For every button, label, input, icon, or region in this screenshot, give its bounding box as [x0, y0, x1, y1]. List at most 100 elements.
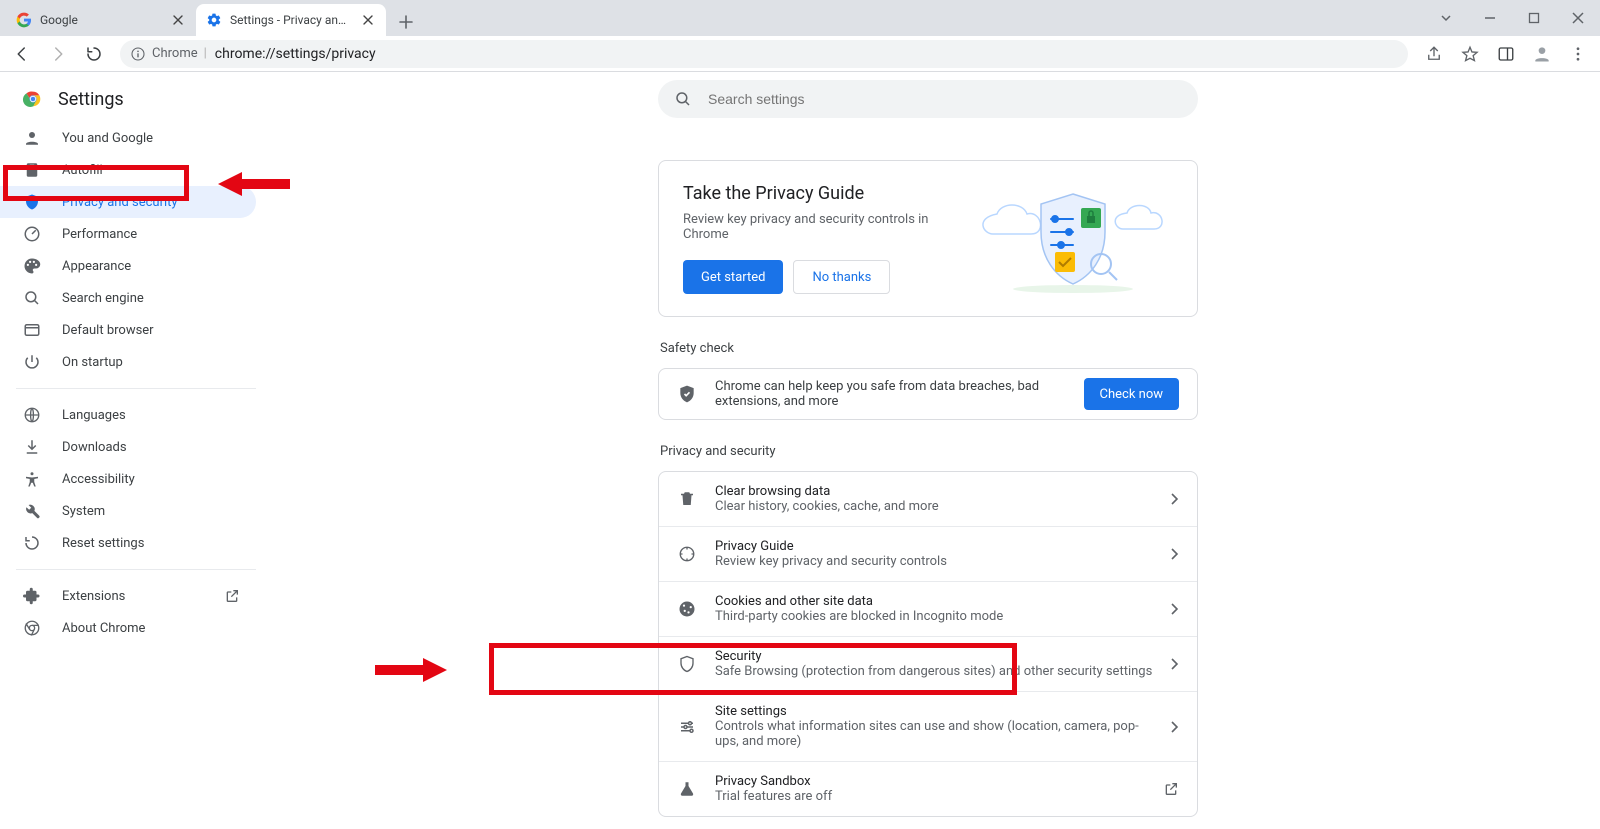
shield-check-icon — [677, 384, 697, 404]
sidebar-item-performance[interactable]: Performance — [0, 218, 256, 250]
search-icon — [22, 288, 42, 308]
sidebar-item-downloads[interactable]: Downloads — [0, 431, 256, 463]
google-favicon-icon — [16, 12, 32, 28]
compass-icon — [677, 544, 697, 564]
divider — [16, 388, 256, 389]
get-started-button[interactable]: Get started — [683, 260, 783, 294]
app-title: Settings — [0, 84, 256, 122]
shield-icon — [22, 192, 42, 212]
palette-icon — [22, 256, 42, 276]
row-site-settings[interactable]: Site settings Controls what information … — [659, 691, 1197, 761]
address-bar[interactable]: Chrome | chrome://settings/privacy — [120, 40, 1408, 68]
address-text: chrome://settings/privacy — [215, 46, 376, 62]
window-minimize-icon[interactable] — [1468, 2, 1512, 34]
chevron-right-icon — [1171, 721, 1179, 733]
sidebar-item-label: About Chrome — [62, 621, 145, 636]
sidebar-item-search-engine[interactable]: Search engine — [0, 282, 256, 314]
speedometer-icon — [22, 224, 42, 244]
window-dropdown-icon[interactable] — [1424, 2, 1468, 34]
row-security[interactable]: Security Safe Browsing (protection from … — [659, 636, 1197, 691]
divider — [16, 569, 256, 570]
wrench-icon — [22, 501, 42, 521]
bookmark-button[interactable] — [1454, 38, 1486, 70]
privacy-guide-illustration-icon — [973, 184, 1173, 294]
privacy-guide-title: Take the Privacy Guide — [683, 183, 949, 204]
tab-title: Google — [40, 13, 162, 27]
chrome-outline-icon — [22, 618, 42, 638]
browser-tab-settings[interactable]: Settings - Privacy and security — [196, 4, 386, 36]
close-tab-icon[interactable] — [360, 12, 376, 28]
privacy-security-label: Privacy and security — [660, 444, 1198, 459]
reload-button[interactable] — [78, 38, 110, 70]
privacy-guide-card: Take the Privacy Guide Review key privac… — [658, 160, 1198, 317]
sidebar-item-label: Accessibility — [62, 472, 135, 487]
profile-button[interactable] — [1526, 38, 1558, 70]
row-privacy-guide[interactable]: Privacy Guide Review key privacy and sec… — [659, 526, 1197, 581]
sidebar-item-appearance[interactable]: Appearance — [0, 250, 256, 282]
sidebar-item-accessibility[interactable]: Accessibility — [0, 463, 256, 495]
privacy-guide-subtitle: Review key privacy and security controls… — [683, 212, 949, 242]
extension-icon — [22, 586, 42, 606]
sidebar-item-label: Appearance — [62, 259, 131, 274]
trash-icon — [677, 489, 697, 509]
sidebar-item-label: You and Google — [62, 131, 153, 146]
kebab-menu-button[interactable] — [1562, 38, 1594, 70]
no-thanks-button[interactable]: No thanks — [793, 260, 890, 294]
chevron-right-icon — [1171, 548, 1179, 560]
chevron-right-icon — [1171, 603, 1179, 615]
cookie-icon — [677, 599, 697, 619]
app-title-text: Settings — [58, 89, 124, 110]
sidebar-item-about-chrome[interactable]: About Chrome — [0, 612, 256, 644]
sidebar-item-label: System — [62, 504, 105, 519]
safety-check-label: Safety check — [660, 341, 1198, 356]
window-maximize-icon[interactable] — [1512, 2, 1556, 34]
row-clear-browsing-data[interactable]: Clear browsing data Clear history, cooki… — [659, 472, 1197, 526]
download-icon — [22, 437, 42, 457]
sidebar-item-reset[interactable]: Reset settings — [0, 527, 256, 559]
tab-strip: Google Settings - Privacy and security — [0, 0, 1600, 36]
sidebar-item-label: Privacy and security — [62, 195, 178, 210]
side-panel-button[interactable] — [1490, 38, 1522, 70]
forward-button[interactable] — [42, 38, 74, 70]
privacy-security-list: Clear browsing data Clear history, cooki… — [658, 471, 1198, 817]
sidebar-item-on-startup[interactable]: On startup — [0, 346, 256, 378]
sidebar-item-system[interactable]: System — [0, 495, 256, 527]
safety-check-message: Chrome can help keep you safe from data … — [715, 379, 1066, 409]
tune-icon — [677, 717, 697, 737]
sidebar-item-autofill[interactable]: Autofill — [0, 154, 256, 186]
sidebar-item-label: Search engine — [62, 291, 144, 306]
accessibility-icon — [22, 469, 42, 489]
sidebar-item-label: Reset settings — [62, 536, 144, 551]
chrome-logo-icon — [22, 88, 44, 110]
row-cookies[interactable]: Cookies and other site data Third-party … — [659, 581, 1197, 636]
sidebar-item-label: Default browser — [62, 323, 154, 338]
settings-sidebar: Settings You and Google Autofill Privacy… — [0, 72, 256, 829]
person-icon — [22, 128, 42, 148]
search-settings[interactable] — [658, 80, 1198, 118]
back-button[interactable] — [6, 38, 38, 70]
power-icon — [22, 352, 42, 372]
search-settings-input[interactable] — [706, 90, 1182, 108]
search-icon — [674, 90, 692, 108]
share-button[interactable] — [1418, 38, 1450, 70]
row-privacy-sandbox[interactable]: Privacy Sandbox Trial features are off — [659, 761, 1197, 816]
check-now-button[interactable]: Check now — [1084, 378, 1180, 410]
sidebar-item-default-browser[interactable]: Default browser — [0, 314, 256, 346]
sidebar-item-you-and-google[interactable]: You and Google — [0, 122, 256, 154]
sidebar-item-privacy-security[interactable]: Privacy and security — [0, 186, 256, 218]
sidebar-item-languages[interactable]: Languages — [0, 399, 256, 431]
new-tab-button[interactable] — [392, 8, 420, 36]
sidebar-item-label: Languages — [62, 408, 126, 423]
flask-icon — [677, 779, 697, 799]
site-info-chip[interactable]: Chrome | — [130, 46, 207, 62]
gear-icon — [206, 12, 222, 28]
window-close-icon[interactable] — [1556, 2, 1600, 34]
safety-check-card: Chrome can help keep you safe from data … — [658, 368, 1198, 420]
window-controls — [1424, 0, 1600, 36]
tab-title: Settings - Privacy and security — [230, 13, 352, 27]
window-icon — [22, 320, 42, 340]
sidebar-item-extensions[interactable]: Extensions — [0, 580, 256, 612]
close-tab-icon[interactable] — [170, 12, 186, 28]
browser-tab-google[interactable]: Google — [6, 4, 196, 36]
chevron-right-icon — [1171, 658, 1179, 670]
